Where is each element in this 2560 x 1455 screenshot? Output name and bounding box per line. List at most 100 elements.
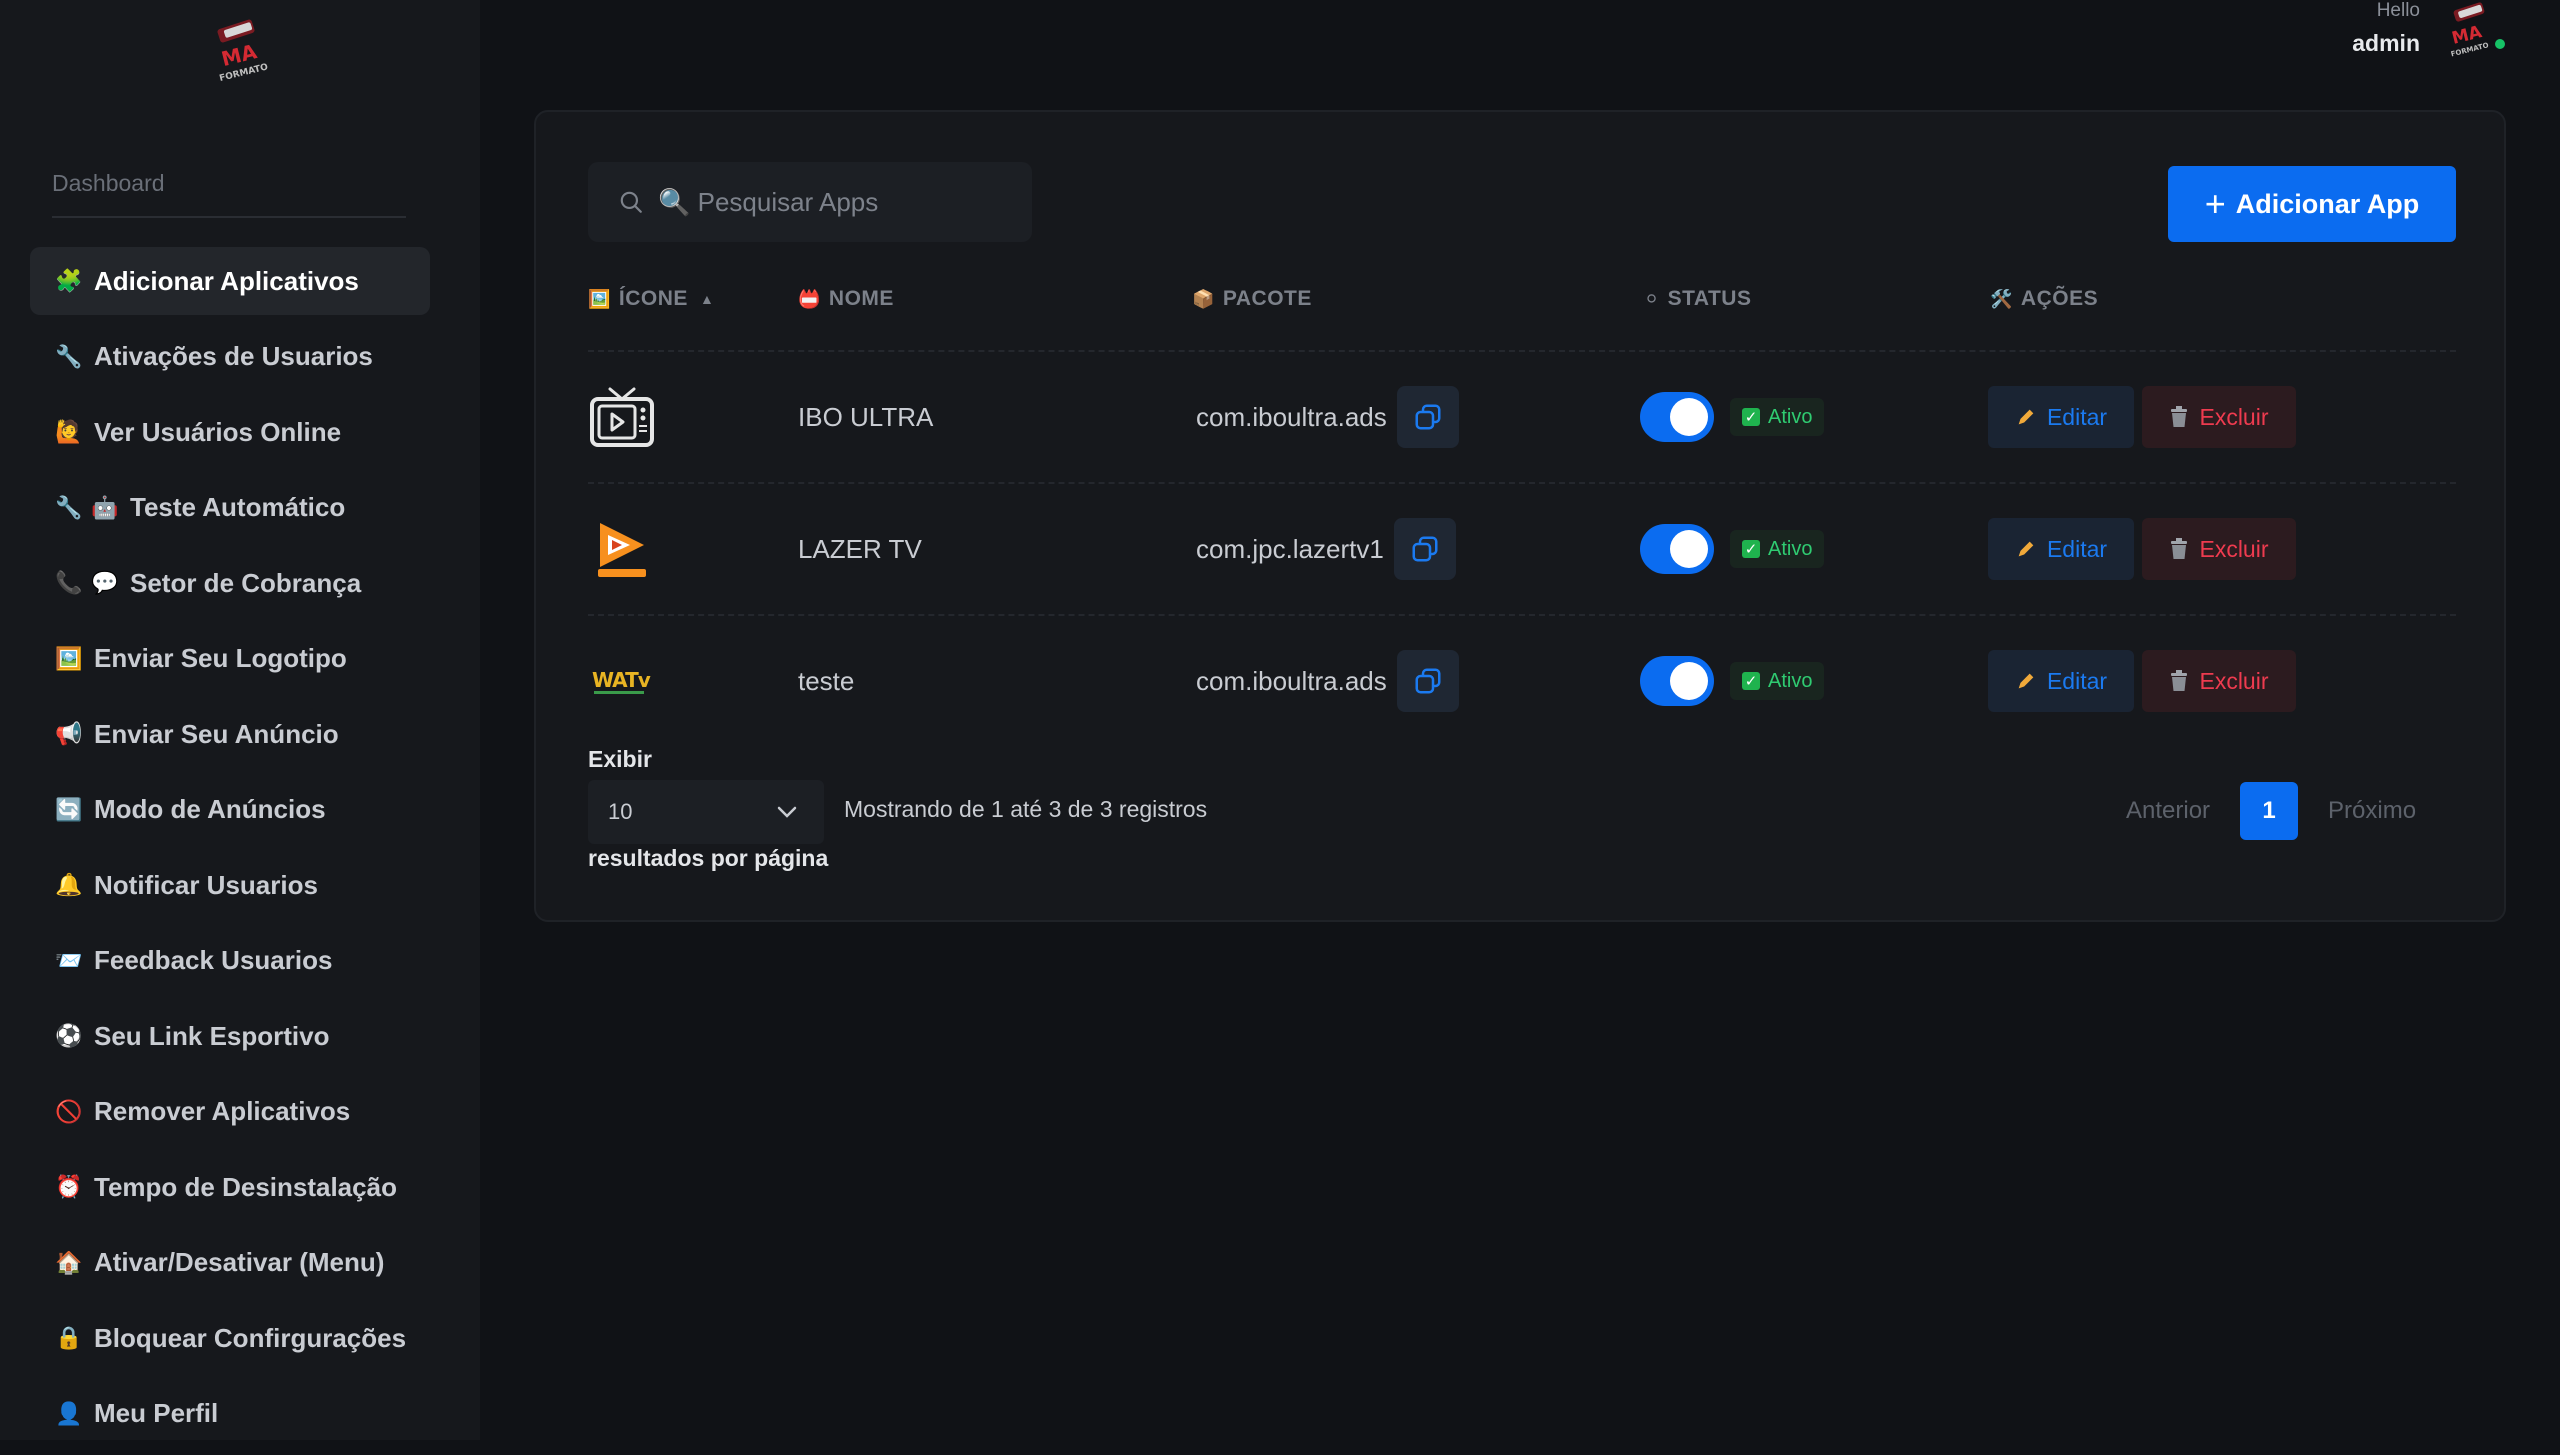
sidebar-item-label: Tempo de Desinstalação bbox=[94, 1171, 397, 1202]
search-icon bbox=[620, 191, 642, 213]
sort-up-icon: ▲ bbox=[699, 291, 715, 307]
toggle-knob bbox=[1670, 662, 1708, 700]
sidebar-item-notificar-usuarios[interactable]: 🔔 Notificar Usuarios bbox=[30, 851, 430, 919]
sidebar-item-modo-anuncios[interactable]: 🔄 Modo de Anúncios bbox=[30, 776, 430, 844]
avatar[interactable]: MA FORMATO bbox=[2440, 2, 2498, 58]
sidebar-item-label: Seu Link Esportivo bbox=[94, 1020, 330, 1051]
status-badge: ✓ Ativo bbox=[1730, 398, 1825, 436]
app-name-cell: teste bbox=[798, 616, 854, 746]
package-icon: 📦 bbox=[1192, 288, 1215, 309]
sidebar-item-teste-automatico[interactable]: 🔧 🤖 Teste Automático bbox=[30, 474, 430, 542]
sidebar-item-feedback-usuarios[interactable]: 📨 Feedback Usuarios bbox=[30, 927, 430, 995]
phone-icon: 📞 bbox=[55, 570, 83, 595]
prohibited-icon: 🚫 bbox=[55, 1098, 83, 1124]
sidebar-item-label: Modo de Anúncios bbox=[94, 794, 326, 824]
search-input[interactable] bbox=[658, 186, 958, 218]
sidebar-item-remover-aplicativos[interactable]: 🚫 Remover Aplicativos bbox=[30, 1078, 430, 1146]
lock-icon: 🔒 bbox=[55, 1325, 83, 1350]
sidebar-item-label: Enviar Seu Logotipo bbox=[94, 643, 347, 673]
column-header-icone[interactable]: 🖼️ ÍCONE ▲ bbox=[588, 287, 714, 311]
cycle-icon: 🔄 bbox=[55, 796, 83, 822]
sidebar-item-label: Ativar/Desativar (Menu) bbox=[94, 1247, 385, 1277]
online-status-dot bbox=[2492, 36, 2508, 52]
sidebar-item-tempo-desinstalacao[interactable]: ⏰ Tempo de Desinstalação bbox=[30, 1153, 430, 1221]
sidebar-item-bloquear-configuracoes[interactable]: 🔒 Bloquear Confirgurações bbox=[30, 1304, 430, 1372]
add-app-button[interactable]: + Adicionar App bbox=[2168, 166, 2456, 242]
per-page-value: 10 bbox=[608, 799, 633, 824]
wrench-icon: 🔧 bbox=[55, 494, 83, 520]
previous-page-button[interactable]: Anterior bbox=[2126, 797, 2210, 825]
package-cell: com.iboultra.ads bbox=[1196, 352, 1459, 482]
page-1-button[interactable]: 1 bbox=[2240, 782, 2299, 840]
edit-button[interactable]: Editar bbox=[1988, 386, 2134, 448]
table-row: LAZER TV com.jpc.lazertv1 ✓ Ativo Editar… bbox=[588, 484, 2456, 614]
app-name: teste bbox=[798, 665, 855, 696]
sidebar-item-label: Notificar Usuarios bbox=[94, 869, 318, 900]
package-name: com.iboultra.ads bbox=[1196, 665, 1387, 696]
package-cell: com.jpc.lazertv1 bbox=[1196, 484, 1456, 614]
brand-logo[interactable]: MA FORMATO bbox=[204, 18, 276, 84]
trash-icon bbox=[2169, 406, 2189, 428]
sidebar-item-ativacoes-usuarios[interactable]: 🔧 Ativações de Usuarios bbox=[30, 323, 430, 391]
toggle-knob bbox=[1670, 530, 1708, 568]
app-icon-cell: WATv bbox=[588, 616, 656, 746]
sidebar-item-setor-cobranca[interactable]: 📞 💬 Setor de Cobrança bbox=[30, 549, 430, 617]
edit-button[interactable]: Editar bbox=[1988, 518, 2134, 580]
status-cell: ✓ Ativo bbox=[1640, 616, 1825, 746]
per-page-select[interactable]: 10 bbox=[588, 780, 824, 844]
pencil-icon bbox=[2015, 670, 2037, 692]
chevron-down-icon bbox=[777, 806, 797, 818]
column-header-status: ⚪ STATUS bbox=[1644, 287, 1751, 311]
next-page-button[interactable]: Próximo bbox=[2328, 797, 2416, 825]
delete-button[interactable]: Excluir bbox=[2142, 650, 2296, 712]
status-badge: ✓ Ativo bbox=[1730, 530, 1825, 568]
actions-cell: Editar Excluir bbox=[1988, 484, 2296, 614]
status-label: Ativo bbox=[1768, 405, 1813, 428]
copy-package-button[interactable] bbox=[1396, 650, 1459, 712]
checkmark-icon: ✓ bbox=[1742, 408, 1760, 426]
person-icon: 👤 bbox=[55, 1400, 83, 1426]
table-row: IBO ULTRA com.iboultra.ads ✓ Ativo Edita… bbox=[588, 352, 2456, 482]
edit-button[interactable]: Editar bbox=[1988, 650, 2134, 712]
wrench-icon: 🔧 bbox=[55, 343, 83, 369]
copy-package-button[interactable] bbox=[1396, 386, 1459, 448]
per-page-label: resultados por página bbox=[588, 845, 829, 871]
actions-cell: Editar Excluir bbox=[1988, 352, 2296, 482]
app-name-cell: LAZER TV bbox=[798, 484, 922, 614]
svg-text:WATv: WATv bbox=[592, 668, 651, 692]
user-greeting[interactable]: Hello admin bbox=[2352, 0, 2420, 57]
status-toggle[interactable] bbox=[1640, 392, 1714, 442]
table-header: 🖼️ ÍCONE ▲ 📛 NOME 📦 PACOTE ⚪ STATUS 🛠️ A… bbox=[588, 287, 2456, 337]
sidebar-item-usuarios-online[interactable]: 🙋 Ver Usuários Online bbox=[30, 398, 430, 466]
delete-label: Excluir bbox=[2199, 667, 2269, 694]
house-icon: 🏠 bbox=[55, 1249, 83, 1275]
sidebar-item-enviar-anuncio[interactable]: 📢 Enviar Seu Anúncio bbox=[30, 700, 430, 768]
copy-icon bbox=[1412, 536, 1438, 562]
name-badge-icon: 📛 bbox=[798, 288, 821, 309]
checkmark-icon: ✓ bbox=[1742, 672, 1760, 690]
sidebar-item-ativar-desativar-menu[interactable]: 🏠 Ativar/Desativar (Menu) bbox=[30, 1229, 430, 1297]
delete-button[interactable]: Excluir bbox=[2142, 518, 2296, 580]
plus-icon: + bbox=[2204, 183, 2226, 224]
edit-label: Editar bbox=[2046, 403, 2108, 430]
dashboard-divider bbox=[52, 216, 406, 218]
sidebar-item-label: Ativações de Usuarios bbox=[94, 341, 373, 371]
sidebar-item-link-esportivo[interactable]: ⚽ Seu Link Esportivo bbox=[30, 1002, 430, 1070]
delete-button[interactable]: Excluir bbox=[2142, 386, 2296, 448]
picture-icon: 🖼️ bbox=[55, 645, 83, 671]
status-toggle[interactable] bbox=[1640, 656, 1714, 706]
search-box[interactable] bbox=[588, 162, 1032, 242]
speech-bubble-icon: 💬 bbox=[91, 570, 119, 595]
sidebar-item-meu-perfil[interactable]: 👤 Meu Perfil bbox=[30, 1380, 430, 1448]
column-header-nome: 📛 NOME bbox=[798, 287, 894, 311]
sidebar-item-label: Bloquear Confirgurações bbox=[94, 1322, 407, 1353]
picture-icon: 🖼️ bbox=[588, 288, 611, 309]
bell-icon: 🔔 bbox=[55, 872, 83, 897]
sidebar-item-adicionar-aplicativos[interactable]: 🧩 Adicionar Aplicativos bbox=[30, 247, 430, 315]
copy-package-button[interactable] bbox=[1393, 518, 1456, 580]
sidebar-item-enviar-logotipo[interactable]: 🖼️ Enviar Seu Logotipo bbox=[30, 625, 430, 693]
table-row: WATv teste com.iboultra.ads ✓ Ativo Edit… bbox=[588, 616, 2456, 746]
column-header-pacote: 📦 PACOTE bbox=[1192, 287, 1312, 311]
status-label: Ativo bbox=[1768, 537, 1813, 560]
status-toggle[interactable] bbox=[1640, 524, 1714, 574]
